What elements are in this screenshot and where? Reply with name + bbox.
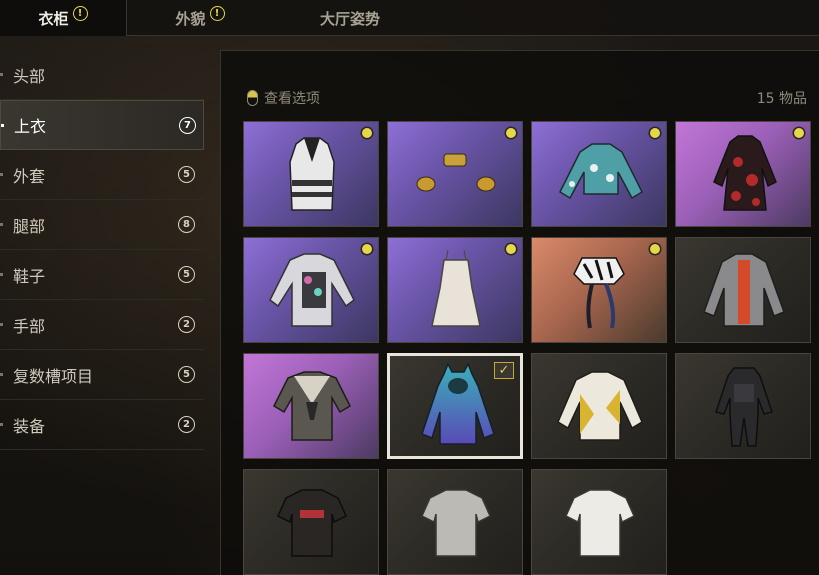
item-cell-floral-shirt-vest[interactable] [243, 237, 379, 343]
bullet-icon [0, 323, 3, 326]
bullet-icon [0, 273, 3, 276]
tab-label: 外貌 [175, 9, 206, 28]
sidebar-item-legs[interactable]: 腿部 8 [0, 200, 204, 250]
sidebar-item-label: 鞋子 [13, 266, 46, 286]
item-cell-gold-cuffs[interactable] [387, 121, 523, 227]
count-badge: 5 [178, 266, 195, 283]
white-harness-vest-icon [289, 137, 335, 211]
red-floral-dress-icon [713, 135, 777, 211]
view-options-button[interactable]: 查看选项 [247, 88, 320, 108]
tab-label: 衣柜 [38, 9, 69, 28]
sidebar-item-hands[interactable]: 手部 2 [0, 300, 204, 350]
zebra-ribbon-top-icon [573, 257, 625, 329]
item-cell-black-tactical-suit[interactable] [675, 353, 811, 459]
item-count: 15 物品 [756, 91, 807, 107]
new-item-badge [650, 128, 660, 138]
count-badge: 5 [178, 166, 195, 183]
item-cell-grey-tee[interactable] [387, 469, 523, 575]
count-badge: 2 [178, 316, 195, 333]
item-cell-red-floral-dress[interactable] [675, 121, 811, 227]
count-badge: 2 [178, 416, 195, 433]
bullet-icon [0, 423, 3, 426]
sidebar-item-tops[interactable]: 上衣 7 [0, 100, 204, 150]
teal-floral-jacket-icon [559, 143, 643, 200]
item-cell-white-harness-vest[interactable] [243, 121, 379, 227]
item-panel: 查看选项 15 物品 ✓ [220, 50, 819, 575]
equipped-check-icon: ✓ [494, 362, 514, 379]
sidebar-item-outerwear[interactable]: 外套 5 [0, 150, 204, 200]
item-cell-yellow-white-jacket[interactable] [531, 353, 667, 459]
grey-tee-icon [421, 489, 491, 557]
sidebar-item-label: 头部 [13, 66, 46, 86]
item-cell-white-tee[interactable] [531, 469, 667, 575]
white-tee-icon [565, 489, 635, 557]
gold-cuffs-icon [416, 153, 496, 192]
sidebar-item-shoes[interactable]: 鞋子 5 [0, 250, 204, 300]
count-badge: 5 [178, 366, 195, 383]
yellow-white-jacket-icon [557, 371, 643, 441]
item-cell-grey-orange-jacket[interactable] [675, 237, 811, 343]
alert-icon: ! [209, 5, 225, 21]
new-item-badge [362, 128, 372, 138]
category-sidebar: 头部 上衣 7 外套 5 腿部 8 鞋子 5 手部 2 复数槽项目 5 装备 2 [0, 50, 204, 450]
bullet-icon [0, 173, 3, 176]
new-item-badge [650, 244, 660, 254]
sidebar-item-equipment[interactable]: 装备 2 [0, 400, 204, 450]
item-cell-black-graphic-tee[interactable] [243, 469, 379, 575]
floral-shirt-vest-icon [269, 253, 355, 327]
item-cell-teal-purple-hoodie[interactable]: ✓ [387, 353, 523, 459]
view-options-label: 查看选项 [264, 91, 320, 107]
count-badge: 8 [178, 216, 195, 233]
black-graphic-tee-icon [277, 489, 347, 557]
tab-label: 大厅姿势 [319, 9, 380, 28]
item-cell-white-slip-dress[interactable] [387, 237, 523, 343]
mouse-icon [247, 90, 258, 106]
item-cell-sailor-shirt[interactable] [243, 353, 379, 459]
new-item-badge [794, 128, 804, 138]
count-badge: 7 [179, 116, 196, 134]
sidebar-item-label: 装备 [13, 416, 46, 436]
new-item-badge [506, 128, 516, 138]
new-item-badge [362, 244, 372, 254]
sidebar-item-multi-slot[interactable]: 复数槽项目 5 [0, 350, 204, 400]
grey-orange-jacket-icon [703, 253, 785, 327]
tab-wardrobe[interactable]: 衣柜 ! [0, 0, 127, 36]
item-cell-teal-floral-jacket[interactable] [531, 121, 667, 227]
sidebar-item-label: 手部 [13, 316, 46, 336]
tab-lobby-pose[interactable]: 大厅姿势 [300, 0, 400, 36]
top-tab-bar: 衣柜 ! 外貌 ! 大厅姿势 [0, 0, 819, 36]
black-tactical-suit-icon [715, 367, 773, 447]
sidebar-item-label: 外套 [13, 166, 46, 186]
tab-appearance[interactable]: 外貌 ! [150, 0, 250, 36]
bullet-icon [0, 373, 3, 376]
alert-icon: ! [72, 5, 88, 21]
sidebar-item-label: 腿部 [13, 216, 46, 236]
sidebar-item-label: 上衣 [14, 117, 47, 136]
bullet-icon [1, 123, 4, 127]
sailor-shirt-icon [273, 371, 351, 441]
sidebar-item-head[interactable]: 头部 [0, 50, 204, 100]
item-cell-zebra-ribbon-top[interactable] [531, 237, 667, 343]
sidebar-item-label: 复数槽项目 [13, 366, 94, 386]
bullet-icon [0, 223, 3, 226]
white-slip-dress-icon [431, 249, 481, 327]
new-item-badge [506, 244, 516, 254]
bullet-icon [0, 73, 3, 76]
